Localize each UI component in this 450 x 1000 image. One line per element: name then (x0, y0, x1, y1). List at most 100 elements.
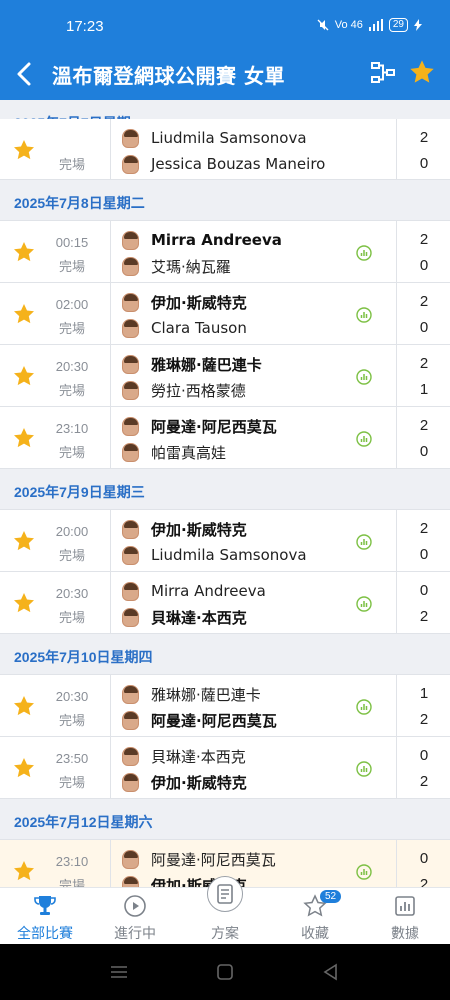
player-avatar (122, 354, 139, 374)
player-name: 伊加·斯威特克 (151, 520, 247, 539)
menu-icon[interactable] (108, 962, 130, 982)
star-icon[interactable] (12, 426, 36, 450)
player-avatar (122, 154, 139, 174)
stats-icon[interactable] (356, 596, 372, 612)
tab-plans[interactable]: 方案 (180, 876, 270, 945)
divider (396, 572, 397, 633)
match-row[interactable]: 23:10 完場 阿曼達·阿尼西莫瓦 帕雷真高娃 2 0 (0, 407, 450, 469)
back-triangle-icon[interactable] (320, 962, 342, 982)
star-icon[interactable] (12, 240, 36, 264)
player-name: Mirra Andreeva (151, 582, 266, 600)
player-1: Mirra Andreeva (122, 229, 282, 251)
match-list[interactable]: 2025年7月7日星期一 完場 Liudmila Samsonova Jessi… (0, 100, 450, 887)
stats-icon[interactable] (356, 864, 372, 880)
match-time: 20:30 (55, 586, 89, 601)
match-status: 完場 (58, 611, 85, 626)
mute-icon (317, 19, 329, 31)
star-icon[interactable] (12, 138, 36, 162)
bracket-icon[interactable] (370, 60, 396, 86)
player-name: 貝琳達·本西克 (151, 608, 247, 627)
score-1: 0 (419, 850, 429, 867)
match-row[interactable]: 02:00 完場 伊加·斯威特克 Clara Tauson 2 0 (0, 283, 450, 345)
page-title: 溫布爾登網球公開賽 女單 (52, 64, 285, 88)
player-name: 阿曼達·阿尼西莫瓦 (151, 711, 277, 730)
stats-icon[interactable] (356, 431, 372, 447)
divider (110, 675, 111, 736)
favorite-star-icon[interactable] (408, 58, 436, 86)
date-header: 2025年7月12日星期六 (0, 799, 450, 840)
match-row[interactable]: 23:50 完場 貝琳達·本西克 伊加·斯威特克 0 2 (0, 737, 450, 799)
tab-live[interactable]: 進行中 (90, 888, 180, 945)
match-status: 完場 (58, 879, 85, 887)
score-2: 2 (419, 773, 429, 790)
player-avatar (122, 128, 139, 148)
app-header: 溫布爾登網球公開賽 女單 (0, 52, 450, 96)
divider (110, 510, 111, 571)
score-2: 2 (419, 876, 429, 887)
match-row[interactable]: 20:30 完場 雅琳娜·薩巴連卡 阿曼達·阿尼西莫瓦 1 2 (0, 675, 450, 737)
match-status: 完場 (58, 446, 85, 461)
score-1: 2 (419, 520, 429, 537)
match-row[interactable]: 完場 Liudmila Samsonova Jessica Bouzas Man… (0, 119, 450, 180)
player-2: Liudmila Samsonova (122, 544, 307, 566)
stats-icon[interactable] (356, 761, 372, 777)
charging-icon (414, 19, 422, 31)
match-time: 23:10 (55, 854, 89, 869)
match-row[interactable]: 20:00 完場 伊加·斯威特克 Liudmila Samsonova 2 0 (0, 510, 450, 572)
score-1: 2 (419, 355, 429, 372)
match-row[interactable]: 20:30 完場 Mirra Andreeva 貝琳達·本西克 0 2 (0, 572, 450, 634)
player-1: Liudmila Samsonova (122, 127, 307, 149)
player-name: Mirra Andreeva (151, 231, 282, 249)
stats-icon[interactable] (356, 369, 372, 385)
score-1: 0 (419, 747, 429, 764)
star-icon[interactable] (12, 591, 36, 615)
trophy-icon (34, 896, 56, 915)
player-avatar (122, 772, 139, 792)
match-time: 20:00 (55, 524, 89, 539)
match-status: 完場 (58, 776, 85, 791)
star-icon[interactable] (12, 364, 36, 388)
player-name: 帕雷真高娃 (151, 443, 227, 462)
back-arrow-icon[interactable] (12, 56, 38, 92)
divider (396, 510, 397, 571)
score-2: 0 (419, 319, 429, 336)
tab-all-matches[interactable]: 全部比賽 (0, 888, 90, 945)
divider (110, 407, 111, 468)
score-2: 2 (419, 711, 429, 728)
match-row[interactable]: 00:15 完場 Mirra Andreeva 艾瑪·納瓦羅 2 0 (0, 221, 450, 283)
match-time: 02:00 (55, 297, 89, 312)
play-icon (124, 895, 146, 917)
tab-label: 方案 (211, 926, 239, 942)
divider (110, 283, 111, 344)
star-icon[interactable] (12, 756, 36, 780)
divider (110, 119, 111, 179)
stats-icon[interactable] (356, 245, 372, 261)
stats-icon[interactable] (356, 534, 372, 550)
player-name: Clara Tauson (151, 319, 247, 337)
star-icon[interactable] (12, 529, 36, 553)
player-name: 貝琳達·本西克 (151, 747, 246, 766)
match-status: 完場 (58, 714, 85, 729)
star-icon[interactable] (12, 694, 36, 718)
home-icon[interactable] (214, 962, 236, 982)
tab-favorites[interactable]: 52 收藏 (270, 888, 360, 945)
bottom-tab-bar: 全部比賽 進行中 方案 52 收藏 數據 (0, 876, 450, 945)
stats-icon[interactable] (356, 699, 372, 715)
star-icon[interactable] (12, 302, 36, 326)
score-2: 0 (419, 443, 429, 460)
score-1: 1 (419, 685, 429, 702)
stats-icon[interactable] (356, 307, 372, 323)
star-icon[interactable] (12, 859, 36, 883)
document-icon (217, 884, 233, 904)
match-status: 完場 (58, 384, 85, 399)
match-row[interactable]: 20:30 完場 雅琳娜·薩巴連卡 勞拉·西格蒙德 2 1 (0, 345, 450, 407)
player-name: 勞拉·西格蒙德 (151, 381, 246, 400)
date-header: 2025年7月9日星期三 (0, 469, 450, 510)
top-bar: 17:23 Vo 46 29 溫布爾登網球公開賽 女單 (0, 0, 450, 100)
score-2: 0 (419, 155, 429, 172)
player-avatar (122, 442, 139, 462)
player-avatar (122, 292, 139, 312)
tab-data[interactable]: 數據 (360, 888, 450, 945)
player-1: 貝琳達·本西克 (122, 745, 246, 767)
player-2: 貝琳達·本西克 (122, 606, 247, 628)
